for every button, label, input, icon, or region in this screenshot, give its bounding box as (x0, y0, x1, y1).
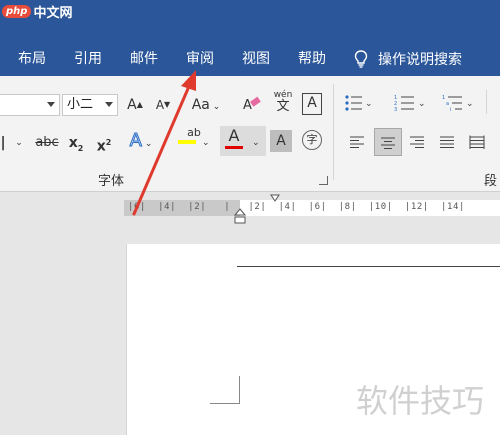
annotation-arrow (132, 70, 196, 216)
